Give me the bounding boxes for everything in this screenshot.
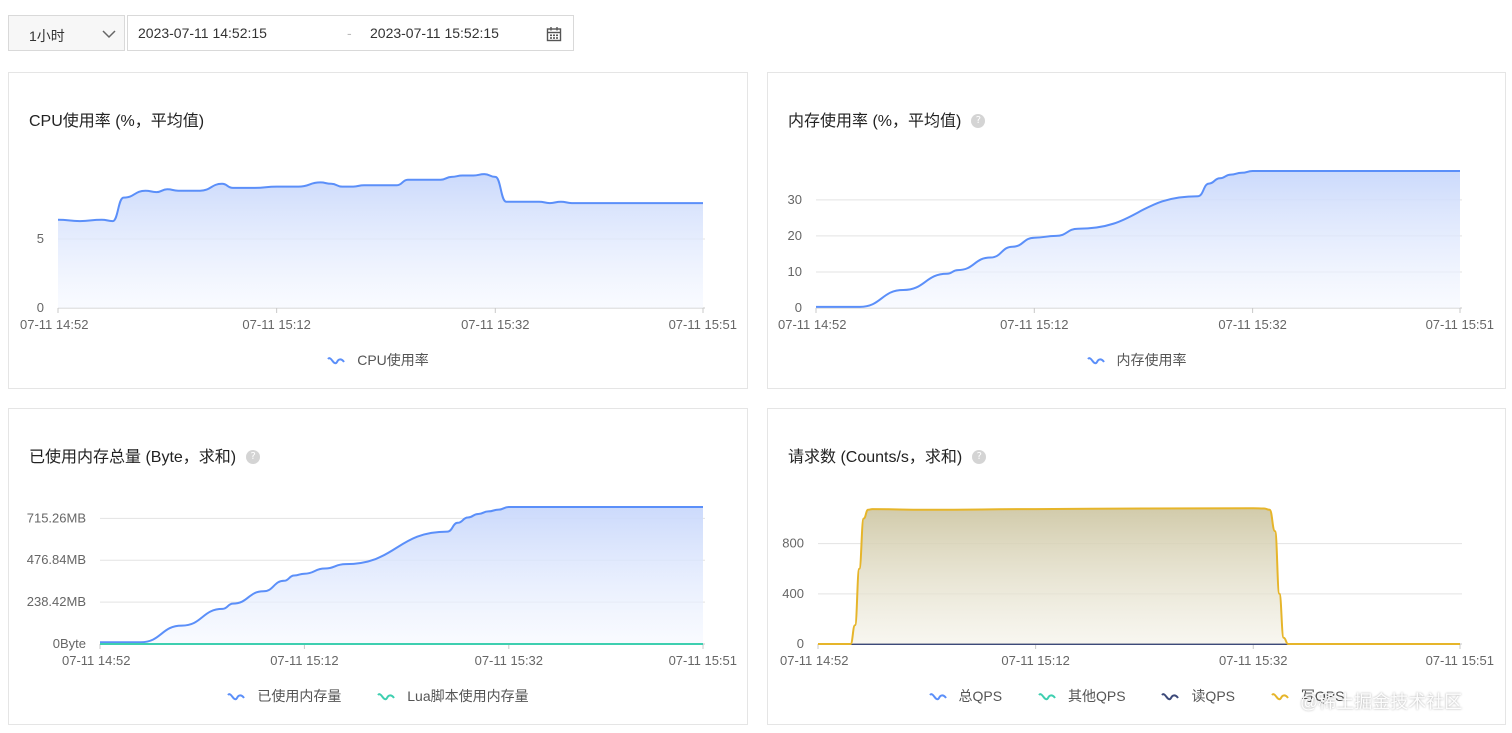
chart-legend: 已使用内存量 Lua脚本使用内存量 — [9, 686, 747, 706]
wave-swatch-icon — [327, 357, 346, 365]
x-tick-label: 07-11 15:12 — [1000, 317, 1068, 332]
time-range-value: 1小时 — [29, 28, 65, 44]
chart-legend: CPU使用率 — [9, 350, 747, 370]
legend-item-total-qps[interactable]: 总QPS — [928, 686, 1002, 706]
x-tick-label: 07-11 15:32 — [1219, 653, 1287, 668]
memory-usage-panel: 内存使用率 (%，平均值)? 0 10 20 30 07-11 14:52 07-11 1… — [767, 72, 1506, 389]
y-tick-label: 476.84MB — [27, 552, 86, 567]
time-range-select[interactable]: 1小时 — [8, 15, 125, 51]
wave-swatch-icon — [1271, 693, 1289, 701]
y-tick-label: 0 — [37, 300, 44, 315]
y-tick-label: 0Byte — [53, 636, 86, 651]
cpu-usage-chart[interactable]: 0 5 07-11 14:52 07-11 15:12 07-11 15:32 07-11… — [9, 73, 749, 390]
chart-legend: 内存使用率 — [768, 350, 1505, 370]
x-tick-label: 07-11 15:12 — [270, 653, 338, 668]
legend-item-cpu[interactable]: CPU使用率 — [327, 350, 429, 370]
legend-item-read-qps[interactable]: 读QPS — [1161, 686, 1235, 706]
series-area — [818, 508, 1460, 644]
x-tick-label: 07-11 15:12 — [242, 317, 310, 332]
y-tick-label: 0 — [795, 300, 802, 315]
y-tick-label: 10 — [788, 264, 802, 279]
y-tick-label: 30 — [788, 192, 802, 207]
y-tick-label: 5 — [37, 231, 44, 246]
cpu-usage-panel: CPU使用率 (%，平均值) 0 5 07-11 14:52 07-11 15:12 0… — [8, 72, 748, 389]
y-tick-label: 238.42MB — [27, 594, 86, 609]
x-tick-label: 07-11 15:32 — [461, 317, 529, 332]
y-tick-label: 715.26MB — [27, 510, 86, 525]
watermark: @稀土掘金技术社区 — [1300, 692, 1463, 712]
series-area — [816, 171, 1460, 308]
start-time-input[interactable]: 2023-07-11 14:52:15 — [138, 25, 267, 41]
calendar-icon[interactable] — [546, 26, 562, 42]
legend-item-used[interactable]: 已使用内存量 — [227, 686, 341, 706]
chevron-down-icon — [102, 30, 116, 39]
end-time-input[interactable]: 2023-07-11 15:52:15 — [370, 25, 499, 41]
wave-swatch-icon — [928, 693, 947, 701]
x-tick-label: 07-11 14:52 — [778, 317, 846, 332]
date-range-picker[interactable]: 2023-07-11 14:52:15 - 2023-07-11 15:52:1… — [127, 15, 574, 51]
y-tick-label: 0 — [797, 636, 804, 651]
x-tick-label: 07-11 15:32 — [1218, 317, 1286, 332]
legend-item-lua[interactable]: Lua脚本使用内存量 — [377, 686, 529, 706]
wave-swatch-icon — [1038, 693, 1056, 701]
x-tick-label: 07-11 14:52 — [780, 653, 848, 668]
legend-item-other-qps[interactable]: 其他QPS — [1038, 686, 1126, 706]
x-tick-label: 07-11 15:32 — [475, 653, 543, 668]
x-tick-label: 07-11 14:52 — [20, 317, 88, 332]
y-tick-label: 20 — [788, 228, 802, 243]
wave-swatch-icon — [227, 693, 246, 701]
range-separator: - — [347, 25, 352, 41]
legend-item-mem[interactable]: 内存使用率 — [1086, 350, 1187, 370]
memory-usage-chart[interactable]: 0 10 20 30 07-11 14:52 07-11 15:12 07-11 15:32… — [768, 73, 1507, 390]
used-memory-chart[interactable]: 0Byte 238.42MB 476.84MB 715.26MB 07-11 14:52… — [9, 409, 749, 726]
wave-swatch-icon — [377, 693, 396, 701]
qps-panel: 请求数 (Counts/s，求和)? 0 400 800 07-11 14:52 07-… — [767, 408, 1506, 725]
x-tick-label: 07-11 15:51 — [1426, 653, 1494, 668]
x-tick-label: 07-11 15:51 — [669, 653, 737, 668]
x-tick-label: 07-11 15:51 — [1426, 317, 1494, 332]
series-area — [58, 174, 703, 308]
x-tick-label: 07-11 15:51 — [669, 317, 737, 332]
x-tick-label: 07-11 15:12 — [1001, 653, 1069, 668]
y-tick-label: 800 — [782, 536, 804, 551]
x-tick-label: 07-11 14:52 — [62, 653, 130, 668]
wave-swatch-icon — [1086, 357, 1105, 365]
used-memory-panel: 已使用内存总量 (Byte，求和)? 0Byte 238.42MB 476.84MB… — [8, 408, 748, 725]
qps-chart[interactable]: 0 400 800 07-11 14:52 07-11 15:12 07-11 15:32… — [768, 409, 1507, 726]
wave-swatch-icon — [1161, 693, 1180, 701]
y-tick-label: 400 — [782, 586, 804, 601]
